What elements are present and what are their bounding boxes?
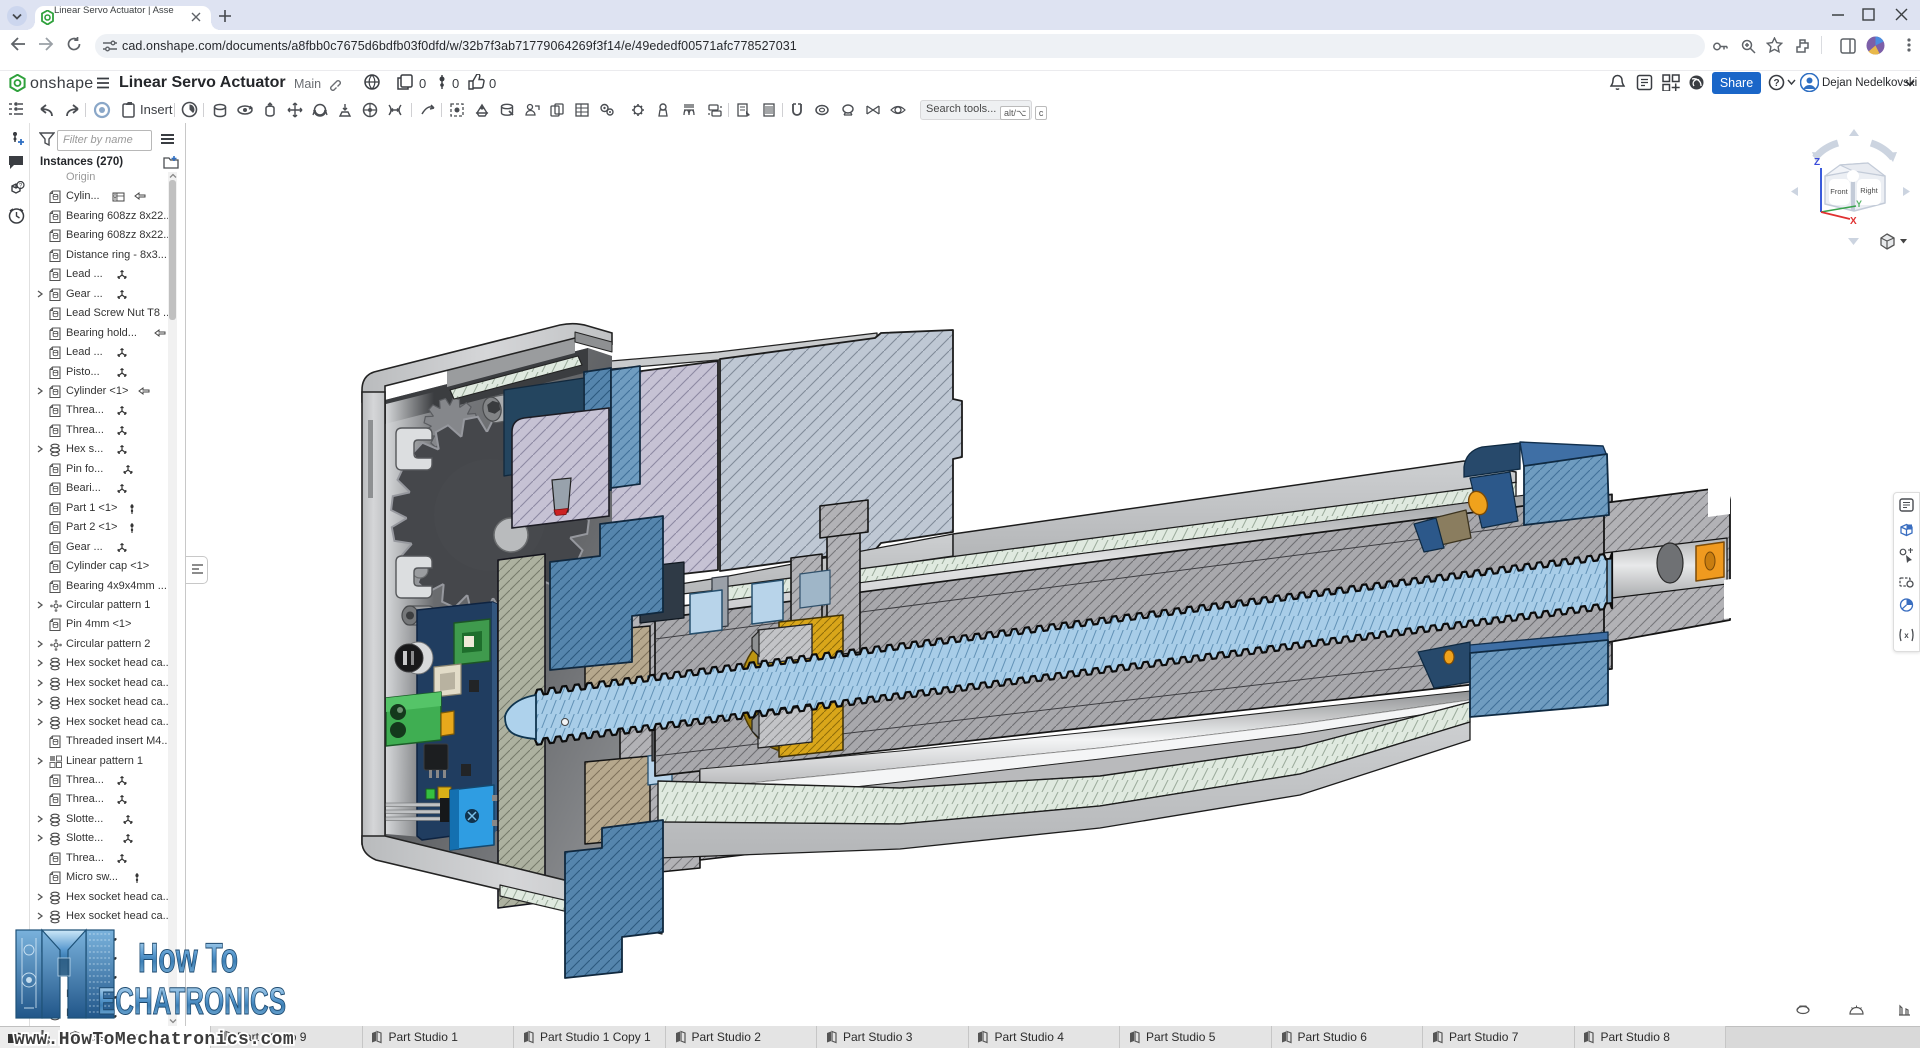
svg-text:www.HowToMechatronics.com: www.HowToMechatronics.com <box>14 1030 294 1048</box>
svg-text:How To: How To <box>138 934 238 981</box>
svg-text:ECHATRONICS: ECHATRONICS <box>98 981 286 1023</box>
